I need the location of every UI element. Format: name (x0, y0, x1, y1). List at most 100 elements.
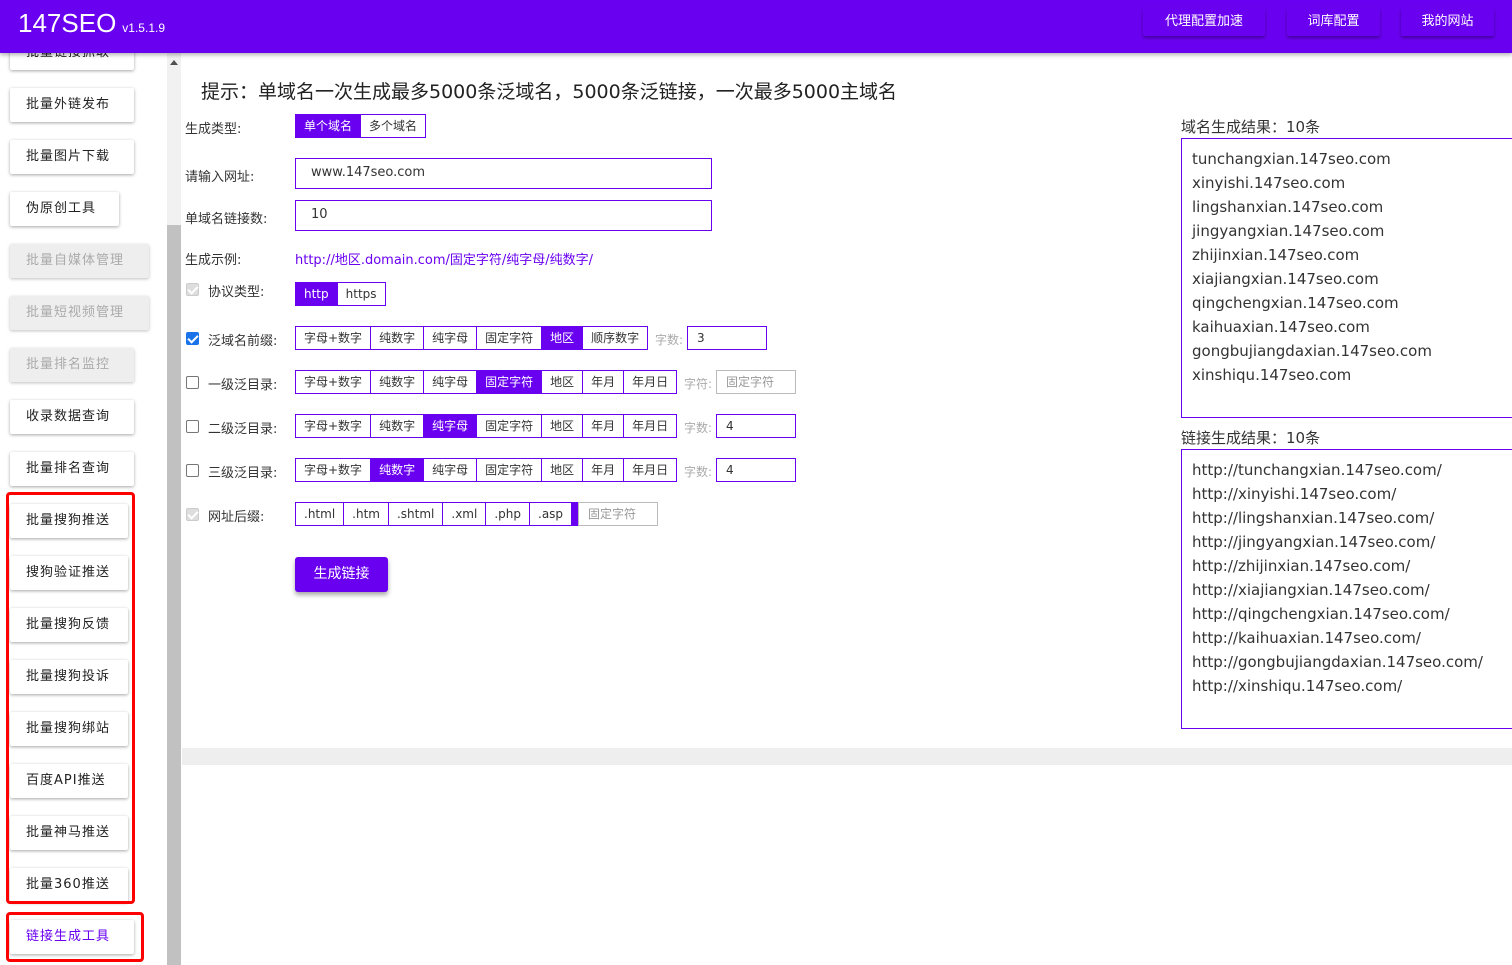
link-result-item: http://xinshiqu.147seo.com/ (1192, 677, 1403, 695)
domain-result-item: lingshanxian.147seo.com (1192, 198, 1384, 216)
sidebar-item-image-download[interactable]: 批量图片下载 (10, 140, 134, 174)
protocol-toggle: http https (295, 282, 386, 306)
link-result-item: http://jingyangxian.147seo.com/ (1192, 533, 1436, 551)
level2-count-input[interactable]: 4 (716, 414, 796, 438)
level2-date[interactable]: 年月日 (624, 415, 677, 437)
sidebar-item-external-link-publish[interactable]: 批量外链发布 (10, 88, 134, 122)
link-count-label: 单域名链接数: (185, 212, 268, 227)
suffix-asp[interactable]: .asp (530, 503, 573, 525)
gen-type-single[interactable]: 单个域名 (296, 115, 362, 137)
level2-digits[interactable]: 纯数字 (371, 415, 425, 437)
level3-checkbox[interactable] (186, 464, 199, 477)
prefix-region[interactable]: 地区 (542, 327, 584, 349)
sidebar-item-link-crawl[interactable]: 批量链接抓取 (10, 53, 134, 70)
level1-char-input[interactable]: 固定字符 (716, 370, 796, 394)
gen-type-multi[interactable]: 多个域名 (361, 115, 426, 137)
level2-fixed[interactable]: 固定字符 (477, 415, 543, 437)
prefix-count-input[interactable]: 3 (687, 326, 767, 350)
link-results-title: 链接生成结果：10条 (1181, 429, 1321, 447)
link-result-item: http://lingshanxian.147seo.com/ (1192, 509, 1435, 527)
level2-region[interactable]: 地区 (542, 415, 584, 437)
suffix-xml[interactable]: .xml (443, 503, 487, 525)
prefix-sequence[interactable]: 顺序数字 (583, 327, 648, 349)
domain-result-item: tunchangxian.147seo.com (1192, 150, 1391, 168)
level3-region[interactable]: 地区 (542, 459, 584, 481)
level1-checkbox[interactable] (186, 376, 199, 389)
hint-text: 提示：单域名一次生成最多5000条泛域名，5000条泛链接，一次最多5000主域… (201, 81, 898, 103)
level1-char-label: 字符: (684, 377, 713, 391)
suffix-checkbox (186, 508, 199, 521)
level2-yearmonth[interactable]: 年月 (583, 415, 625, 437)
prefix-checkbox[interactable] (186, 332, 199, 345)
level2-label: 二级泛目录: (208, 422, 278, 437)
protocol-label: 协议类型: (208, 285, 265, 300)
example-url: http://地区.domain.com/固定字符/纯字母/纯数字/ (295, 253, 594, 268)
level2-letters[interactable]: 纯字母 (424, 415, 478, 437)
link-results-box[interactable]: http://tunchangxian.147seo.com/ http://x… (1181, 449, 1512, 729)
sidebar-item-pseudo-original[interactable]: 伪原创工具 (10, 192, 119, 226)
suffix-options: .html .htm .shtml .xml .php .asp / (295, 502, 594, 526)
example-label: 生成示例: (185, 253, 242, 268)
level3-yearmonth[interactable]: 年月 (583, 459, 625, 481)
domain-result-item: xiajiangxian.147seo.com (1192, 270, 1379, 288)
footer-divider (182, 748, 1512, 765)
domain-results-title: 域名生成结果：10条 (1181, 118, 1321, 136)
proxy-config-button[interactable]: 代理配置加速 (1143, 8, 1265, 36)
prefix-letters[interactable]: 纯字母 (424, 327, 478, 349)
suffix-fixed-input[interactable]: 固定字符 (578, 502, 658, 526)
level1-digits[interactable]: 纯数字 (371, 371, 425, 393)
level1-label: 一级泛目录: (208, 378, 278, 393)
suffix-php[interactable]: .php (486, 503, 530, 525)
sidebar-item-rank-monitor: 批量排名监控 (10, 348, 134, 382)
prefix-options: 字母+数字 纯数字 纯字母 固定字符 地区 顺序数字 (295, 326, 649, 350)
sidebar-item-rank-query[interactable]: 批量排名查询 (10, 452, 134, 486)
level3-fixed[interactable]: 固定字符 (477, 459, 543, 481)
scroll-up-arrow-icon[interactable] (170, 60, 178, 65)
level3-alnum[interactable]: 字母+数字 (296, 459, 372, 481)
level2-alnum[interactable]: 字母+数字 (296, 415, 372, 437)
prefix-digits[interactable]: 纯数字 (371, 327, 425, 349)
level3-digits[interactable]: 纯数字 (371, 459, 425, 481)
domain-result-item: qingchengxian.147seo.com (1192, 294, 1399, 312)
sidebar-scroll-thumb[interactable] (167, 225, 181, 965)
level1-yearmonth[interactable]: 年月 (583, 371, 625, 393)
gen-type-label: 生成类型: (185, 122, 242, 137)
level1-region[interactable]: 地区 (542, 371, 584, 393)
domain-result-item: xinshiqu.147seo.com (1192, 366, 1352, 384)
url-input[interactable]: www.147seo.com (295, 158, 712, 189)
level3-options: 字母+数字 纯数字 纯字母 固定字符 地区 年月 年月日 (295, 458, 678, 482)
suffix-html[interactable]: .html (296, 503, 345, 525)
level1-options: 字母+数字 纯数字 纯字母 固定字符 地区 年月 年月日 (295, 370, 678, 394)
highlight-box-push-tools (6, 492, 135, 904)
level3-letters[interactable]: 纯字母 (424, 459, 478, 481)
gen-type-toggle: 单个域名 多个域名 (295, 114, 427, 138)
link-result-item: http://xinyishi.147seo.com/ (1192, 485, 1397, 503)
level1-letters[interactable]: 纯字母 (424, 371, 478, 393)
highlight-box-link-generator (6, 912, 144, 962)
suffix-label: 网址后缀: (208, 510, 265, 525)
level2-checkbox[interactable] (186, 420, 199, 433)
protocol-https[interactable]: https (337, 283, 385, 305)
generate-links-button[interactable]: 生成链接 (295, 557, 388, 592)
my-sites-button[interactable]: 我的网站 (1401, 8, 1494, 36)
lexicon-config-button[interactable]: 词库配置 (1287, 8, 1380, 36)
domain-results-box[interactable]: tunchangxian.147seo.com xinyishi.147seo.… (1181, 138, 1512, 418)
level1-date[interactable]: 年月日 (624, 371, 677, 393)
protocol-http[interactable]: http (296, 283, 338, 305)
level3-count-input[interactable]: 4 (716, 458, 796, 482)
level2-options: 字母+数字 纯数字 纯字母 固定字符 地区 年月 年月日 (295, 414, 678, 438)
brand-name: 147SEO (18, 8, 117, 38)
suffix-htm[interactable]: .htm (344, 503, 389, 525)
link-result-item: http://qingchengxian.147seo.com/ (1192, 605, 1450, 623)
link-result-item: http://xiajiangxian.147seo.com/ (1192, 581, 1430, 599)
top-bar: 147SEO v1.5.1.9 代理配置加速 词库配置 我的网站 (0, 0, 1512, 53)
level3-date[interactable]: 年月日 (624, 459, 677, 481)
link-count-input[interactable]: 10 (295, 200, 712, 231)
prefix-fixed[interactable]: 固定字符 (477, 327, 543, 349)
level1-alnum[interactable]: 字母+数字 (296, 371, 372, 393)
sidebar-item-index-query[interactable]: 收录数据查询 (10, 400, 134, 434)
suffix-shtml[interactable]: .shtml (388, 503, 444, 525)
level1-fixed[interactable]: 固定字符 (477, 371, 543, 393)
prefix-alnum[interactable]: 字母+数字 (296, 327, 372, 349)
level3-label: 三级泛目录: (208, 466, 278, 481)
